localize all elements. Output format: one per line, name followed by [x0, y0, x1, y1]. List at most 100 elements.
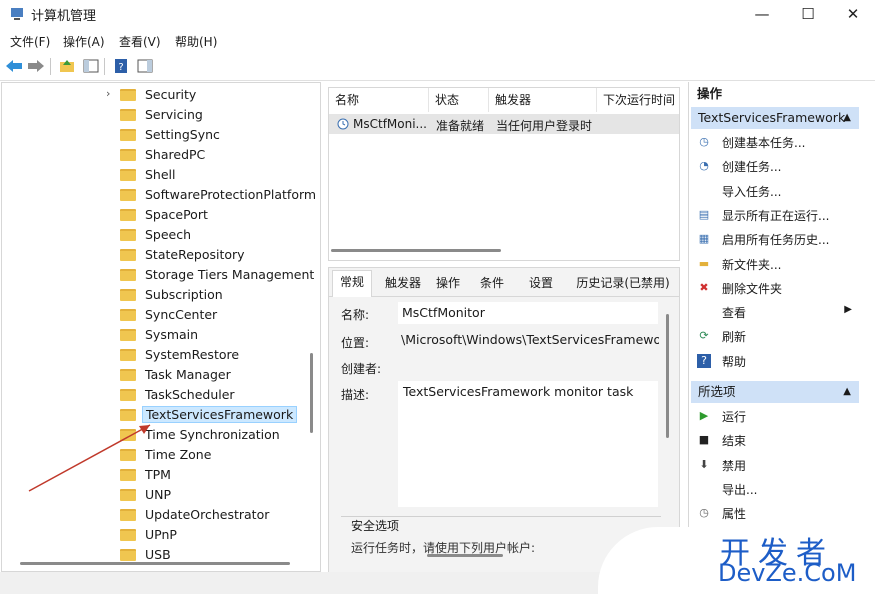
- actions-group-folder[interactable]: TextServicesFramework ▲: [691, 107, 859, 129]
- tree-horizontal-scrollbar[interactable]: [20, 562, 290, 565]
- action-item-label: 查看: [722, 306, 747, 321]
- details-vertical-scrollbar[interactable]: [666, 314, 669, 438]
- location-label: 位置:: [341, 336, 370, 350]
- tab-actions[interactable]: 操作: [430, 272, 466, 294]
- folder-icon: [120, 449, 136, 461]
- actions-group-selected[interactable]: 所选项 ▲: [691, 381, 859, 403]
- folder-icon: [120, 469, 136, 481]
- show-hide-tree-icon[interactable]: [81, 56, 101, 76]
- tree-item-label: SystemRestore: [145, 347, 240, 362]
- action-item-label: 帮助: [722, 354, 747, 369]
- details-tabs: 常规 触发器 操作 条件 设置 历史记录(已禁用): [329, 268, 679, 297]
- action-item[interactable]: ⬇ 禁用: [689, 453, 860, 477]
- tree-pane: › Security Servicing SettingSync SharedPC She…: [1, 82, 321, 572]
- task-trigger-cell: 当任何用户登录时: [496, 119, 593, 133]
- action-item-label: 导出...: [722, 482, 758, 497]
- task-name-cell: MsCtfMoni...: [353, 117, 427, 131]
- show-action-pane-icon[interactable]: [135, 56, 155, 76]
- tab-triggers[interactable]: 触发器: [378, 272, 428, 294]
- toolbar: ?: [0, 53, 875, 81]
- task-name-field[interactable]: MsCtfMonitor: [398, 302, 658, 324]
- menu-view[interactable]: 查看(V): [119, 33, 161, 50]
- folder-icon: [120, 129, 136, 141]
- maximize-button[interactable]: ☐: [785, 0, 831, 28]
- column-header-trigger[interactable]: 触发器: [489, 88, 597, 112]
- column-header-status[interactable]: 状态: [429, 88, 489, 112]
- tree-item-label: Task Manager: [145, 367, 231, 382]
- folder-icon: [120, 529, 136, 541]
- action-item-label: 创建任务...: [722, 160, 782, 175]
- watermark-logo-en: DevZe.CoM: [718, 559, 857, 587]
- window-title: 计算机管理: [31, 9, 97, 24]
- action-item[interactable]: ▤ 显示所有正在运行...: [689, 203, 860, 227]
- back-icon[interactable]: [4, 56, 24, 76]
- action-item[interactable]: ▶ 运行: [689, 404, 860, 428]
- action-item-label: 删除文件夹: [722, 281, 783, 296]
- tree-item-label: SpacePort: [145, 207, 208, 222]
- collapse-icon[interactable]: ▲: [843, 381, 851, 403]
- forward-icon[interactable]: [26, 56, 46, 76]
- disable-icon: ⬇: [699, 457, 709, 471]
- security-options-title: 安全选项: [348, 517, 403, 534]
- tree-item-label: Subscription: [145, 287, 223, 302]
- action-item[interactable]: ▦ 启用所有任务历史...: [689, 227, 860, 251]
- tree-item-label: Shell: [145, 167, 176, 182]
- toolbar-separator: [104, 58, 105, 75]
- action-item[interactable]: ■ 结束: [689, 428, 860, 452]
- tree-item-label: UpdateOrchestrator: [145, 507, 270, 522]
- folder-icon: ▬: [698, 256, 710, 270]
- action-item-label: 启用所有任务历史...: [722, 233, 830, 248]
- menu-file[interactable]: 文件(F): [10, 33, 50, 50]
- actions-group-selected-label: 所选项: [698, 384, 736, 399]
- tree-item-label: SoftwareProtectionPlatform: [145, 187, 317, 202]
- action-item[interactable]: ◔ 创建任务...: [689, 154, 860, 178]
- tab-conditions[interactable]: 条件: [474, 272, 510, 294]
- action-item[interactable]: ◷ 属性: [689, 501, 860, 525]
- delete-icon: ✖: [699, 280, 709, 294]
- name-label: 名称:: [341, 308, 370, 322]
- column-header-next-run[interactable]: 下次运行时间: [597, 88, 679, 112]
- svg-text:?: ?: [118, 62, 123, 73]
- action-item-label: 刷新: [722, 330, 747, 345]
- action-item-label: 创建基本任务...: [722, 136, 806, 150]
- action-item[interactable]: 查看 ▶: [689, 300, 860, 324]
- folder-icon: [120, 109, 136, 121]
- menu-action[interactable]: 操作(A): [63, 33, 105, 50]
- action-item-label: 禁用: [722, 458, 747, 473]
- action-item[interactable]: ◷ 创建基本任务...: [689, 130, 860, 154]
- tab-general[interactable]: 常规: [332, 270, 372, 297]
- action-item[interactable]: ? 帮助: [689, 349, 860, 373]
- task-list-horizontal-scrollbar[interactable]: [331, 249, 501, 252]
- menu-help[interactable]: 帮助(H): [175, 33, 217, 50]
- table-row[interactable]: MsCtfMoni... 准备就绪 当任何用户登录时: [329, 114, 679, 134]
- clock-icon: ◷: [699, 135, 709, 148]
- action-item[interactable]: 导出...: [689, 477, 860, 501]
- task-status-cell: 准备就绪: [436, 119, 485, 133]
- action-item[interactable]: ▬ 新文件夹...: [689, 252, 860, 276]
- up-folder-icon[interactable]: [57, 56, 77, 76]
- tab-settings[interactable]: 设置: [523, 272, 559, 294]
- computer-management-icon: [11, 8, 23, 20]
- folder-icon: [120, 409, 136, 421]
- tree-item-label: StateRepository: [145, 247, 245, 262]
- task-description-field[interactable]: TextServicesFramework monitor task: [398, 381, 658, 507]
- expand-arrow-icon[interactable]: ›: [106, 87, 110, 100]
- menu-bar: 文件(F) 操作(A) 查看(V) 帮助(H): [0, 30, 875, 52]
- close-button[interactable]: ✕: [830, 0, 875, 28]
- tree-item-label: Storage Tiers Management: [145, 267, 315, 282]
- tree-vertical-scrollbar[interactable]: [310, 353, 313, 433]
- tree-item-label: TaskScheduler: [145, 387, 235, 402]
- details-horizontal-scrollbar[interactable]: [427, 554, 503, 557]
- action-item[interactable]: ✖ 删除文件夹: [689, 276, 860, 300]
- title-bar: 计算机管理 — ☐ ✕: [0, 0, 875, 28]
- column-header-name[interactable]: 名称: [329, 88, 429, 112]
- help-icon[interactable]: ?: [111, 56, 131, 76]
- action-item-label: 结束: [722, 434, 747, 449]
- action-item[interactable]: 导入任务...: [689, 179, 860, 203]
- minimize-button[interactable]: —: [739, 0, 785, 28]
- action-item-label: 新文件夹...: [722, 257, 782, 272]
- action-item-label: 运行: [722, 410, 747, 424]
- collapse-icon[interactable]: ▲: [843, 107, 851, 129]
- tab-history[interactable]: 历史记录(已禁用): [573, 272, 673, 294]
- action-item[interactable]: ⟳ 刷新: [689, 324, 860, 348]
